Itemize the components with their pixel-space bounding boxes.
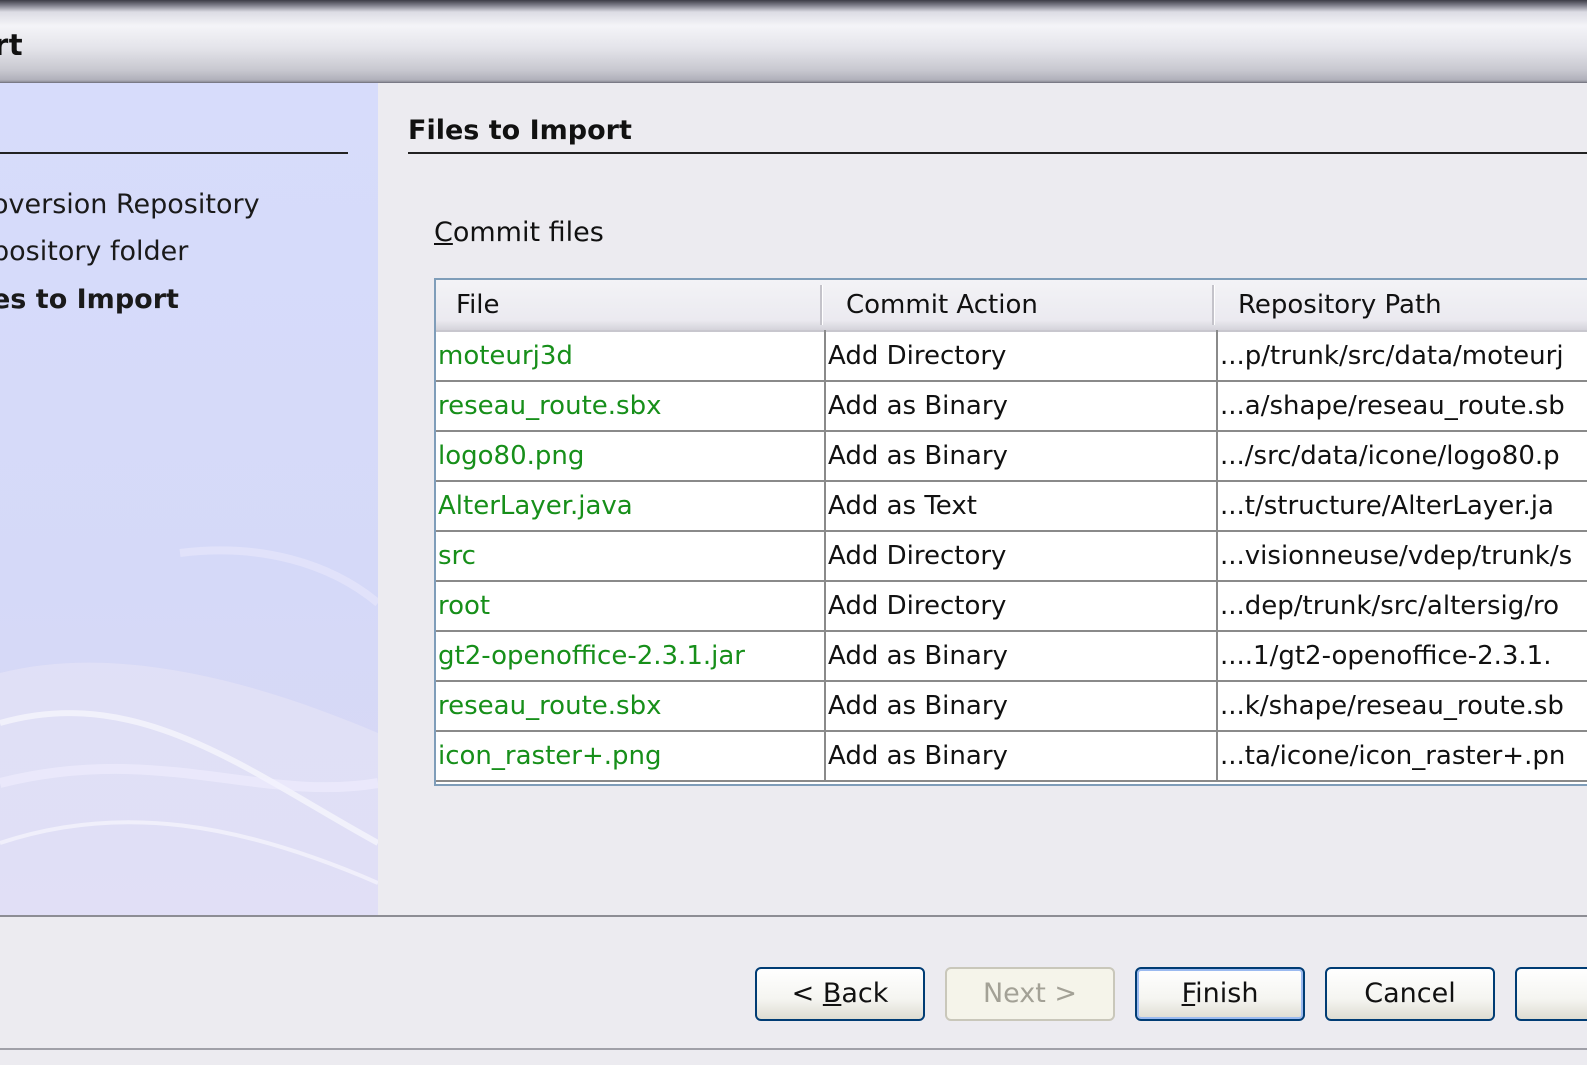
step-subversion-repository: oversion Repository	[0, 189, 260, 220]
repository-path-cell: ...t/structure/AlterLayer.ja	[1220, 491, 1554, 521]
section-divider	[408, 152, 1587, 154]
repository-path-cell: ...a/shape/reseau_route.sb	[1220, 391, 1565, 421]
help-button[interactable]	[1515, 967, 1587, 1021]
repository-path-cell: ...ta/icone/icon_raster+.pn	[1220, 741, 1566, 771]
file-cell: moteurj3d	[438, 341, 573, 371]
section-title: Files to Import	[408, 115, 632, 146]
column-header-file[interactable]: File	[456, 280, 500, 330]
back-button-text: ack	[841, 978, 889, 1009]
finish-button[interactable]: Finish	[1135, 967, 1305, 1021]
table-row[interactable]: src Add Directory ...visionneuse/vdep/tr…	[436, 532, 1587, 582]
file-cell: reseau_route.sbx	[438, 691, 662, 721]
column-resize-handle[interactable]	[820, 285, 823, 325]
file-cell: logo80.png	[438, 441, 585, 471]
column-gridline	[824, 330, 826, 782]
table-row[interactable]: moteurj3d Add Directory ...p/trunk/src/d…	[436, 332, 1587, 382]
step-repository-folder: pository folder	[0, 236, 189, 267]
back-button-prefix: <	[791, 978, 823, 1009]
file-cell: AlterLayer.java	[438, 491, 633, 521]
table-row[interactable]: root Add Directory ...dep/trunk/src/alte…	[436, 582, 1587, 632]
finish-button-mnemonic: F	[1181, 978, 1196, 1009]
import-wizard-window: rt oversion Repository pository folder e…	[0, 0, 1587, 1065]
commit-files-table[interactable]: File Commit Action Repository Path moteu…	[434, 278, 1587, 786]
commit-action-cell[interactable]: Add Directory	[828, 582, 1214, 630]
commit-action-cell[interactable]: Add Directory	[828, 332, 1214, 380]
commit-action-cell[interactable]: Add as Text	[828, 482, 1214, 530]
table-row[interactable]: gt2-openoffice-2.3.1.jar Add as Binary .…	[436, 632, 1587, 682]
repository-path-cell: ...visionneuse/vdep/trunk/s	[1220, 541, 1573, 571]
commit-files-label-text: ommit files	[452, 217, 604, 248]
table-header: File Commit Action Repository Path	[436, 280, 1587, 332]
repository-path-cell: ...dep/trunk/src/altersig/ro	[1220, 591, 1560, 621]
steps-heading-divider	[0, 152, 348, 154]
file-cell: reseau_route.sbx	[438, 391, 662, 421]
table-row[interactable]: logo80.png Add as Binary .../src/data/ic…	[436, 432, 1587, 482]
next-button[interactable]: Next >	[945, 967, 1115, 1021]
file-cell: root	[438, 591, 491, 621]
main-content: Files to Import Commit files File Commit…	[378, 83, 1587, 915]
back-button-mnemonic: B	[822, 978, 842, 1009]
file-cell: src	[438, 541, 476, 571]
finish-button-text: inish	[1195, 978, 1259, 1009]
commit-action-cell[interactable]: Add as Binary	[828, 432, 1214, 480]
column-header-commit-action[interactable]: Commit Action	[846, 280, 1038, 330]
file-cell: gt2-openoffice-2.3.1.jar	[438, 641, 745, 671]
commit-action-cell[interactable]: Add Directory	[828, 532, 1214, 580]
steps-panel: oversion Repository pository folder es t…	[0, 83, 378, 915]
table-row[interactable]: icon_raster+.png Add as Binary ...ta/ico…	[436, 732, 1587, 782]
button-bar: < Back Next > Finish Cancel	[0, 915, 1587, 1065]
column-header-repository-path[interactable]: Repository Path	[1238, 280, 1442, 330]
column-gridline	[1216, 330, 1218, 782]
commit-action-cell[interactable]: Add as Binary	[828, 632, 1214, 680]
commit-files-mnemonic: C	[434, 217, 453, 248]
repository-path-cell: .../src/data/icone/logo80.p	[1220, 441, 1560, 471]
step-files-to-import: es to Import	[0, 284, 179, 315]
commit-files-label: Commit files	[434, 217, 604, 248]
column-resize-handle[interactable]	[1212, 285, 1215, 325]
repository-path-cell: ....1/gt2-openoffice-2.3.1.	[1220, 641, 1552, 671]
commit-action-cell[interactable]: Add as Binary	[828, 732, 1214, 780]
table-row[interactable]: reseau_route.sbx Add as Binary ...k/shap…	[436, 682, 1587, 732]
commit-action-cell[interactable]: Add as Binary	[828, 682, 1214, 730]
repository-path-cell: ...p/trunk/src/data/moteurj	[1220, 341, 1564, 371]
file-cell: icon_raster+.png	[438, 741, 662, 771]
repository-path-cell: ...k/shape/reseau_route.sb	[1220, 691, 1564, 721]
table-row[interactable]: AlterLayer.java Add as Text ...t/structu…	[436, 482, 1587, 532]
window-bottom-edge	[0, 1048, 1587, 1050]
back-button[interactable]: < Back	[755, 967, 925, 1021]
cancel-button[interactable]: Cancel	[1325, 967, 1495, 1021]
commit-action-cell[interactable]: Add as Binary	[828, 382, 1214, 430]
window-title: rt	[0, 28, 24, 62]
table-row[interactable]: reseau_route.sbx Add as Binary ...a/shap…	[436, 382, 1587, 432]
title-bar[interactable]: rt	[0, 0, 1587, 83]
